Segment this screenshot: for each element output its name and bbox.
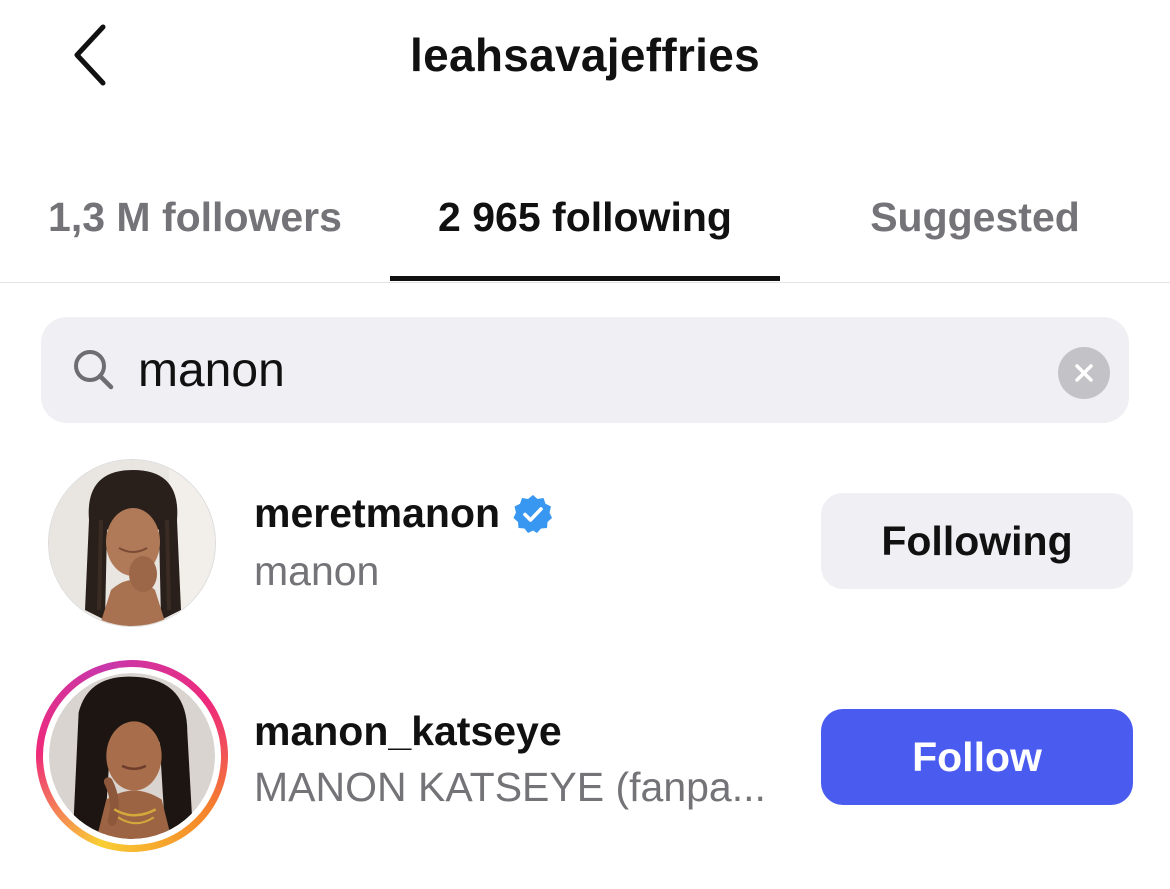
clear-icon	[1075, 364, 1093, 382]
tab-suggested[interactable]: Suggested	[800, 170, 1150, 282]
username[interactable]: manon_katseye	[254, 708, 562, 755]
active-tab-indicator	[390, 276, 780, 281]
page-title: leahsavajeffries	[409, 29, 761, 81]
full-name: MANON KATSEYE (fanpa...	[254, 764, 766, 810]
tab-followers[interactable]: 1,3 M followers	[20, 170, 370, 282]
list-item[interactable]: manon_katseye MANON KATSEYE (fanpa... Fo…	[0, 660, 1170, 852]
clear-search-button[interactable]	[1058, 347, 1110, 399]
search-input[interactable]	[138, 341, 998, 399]
tab-bar: 1,3 M followers 2 965 following Suggeste…	[0, 170, 1170, 283]
top-bar: leahsavajeffries	[0, 0, 1170, 120]
list-item[interactable]: meretmanon manon Following	[0, 452, 1170, 632]
tab-following[interactable]: 2 965 following	[390, 170, 780, 282]
username[interactable]: meretmanon	[254, 490, 500, 537]
following-button[interactable]: Following	[821, 493, 1133, 589]
search-bar	[41, 317, 1129, 423]
full-name: manon	[254, 548, 380, 594]
profile-photo	[49, 460, 215, 626]
username-line: meretmanon	[254, 490, 554, 537]
search-icon	[74, 350, 114, 390]
avatar[interactable]	[48, 459, 216, 627]
username-line: manon_katseye	[254, 708, 562, 755]
story-ring[interactable]	[36, 660, 228, 852]
profile-photo	[49, 673, 215, 839]
verified-badge-icon	[513, 494, 553, 533]
story-ring-gap	[43, 667, 221, 845]
follow-button[interactable]: Follow	[821, 709, 1133, 805]
